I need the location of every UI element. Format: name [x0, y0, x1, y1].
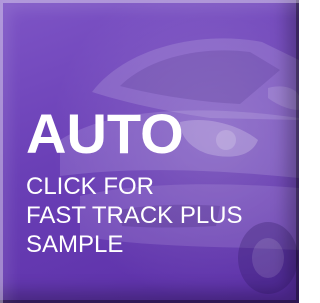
auto-sample-tile[interactable]: AUTO CLICK FOR FAST TRACK PLUS SAMPLE: [0, 0, 299, 303]
tile-title: AUTO: [26, 102, 184, 165]
cta-line-3: SAMPLE: [26, 231, 124, 258]
tile-text: AUTO CLICK FOR FAST TRACK PLUS SAMPLE: [26, 104, 291, 259]
tile-cta[interactable]: CLICK FOR FAST TRACK PLUS SAMPLE: [26, 172, 291, 259]
cta-line-2: FAST TRACK PLUS: [26, 202, 243, 229]
cta-line-1: CLICK FOR: [26, 173, 155, 200]
